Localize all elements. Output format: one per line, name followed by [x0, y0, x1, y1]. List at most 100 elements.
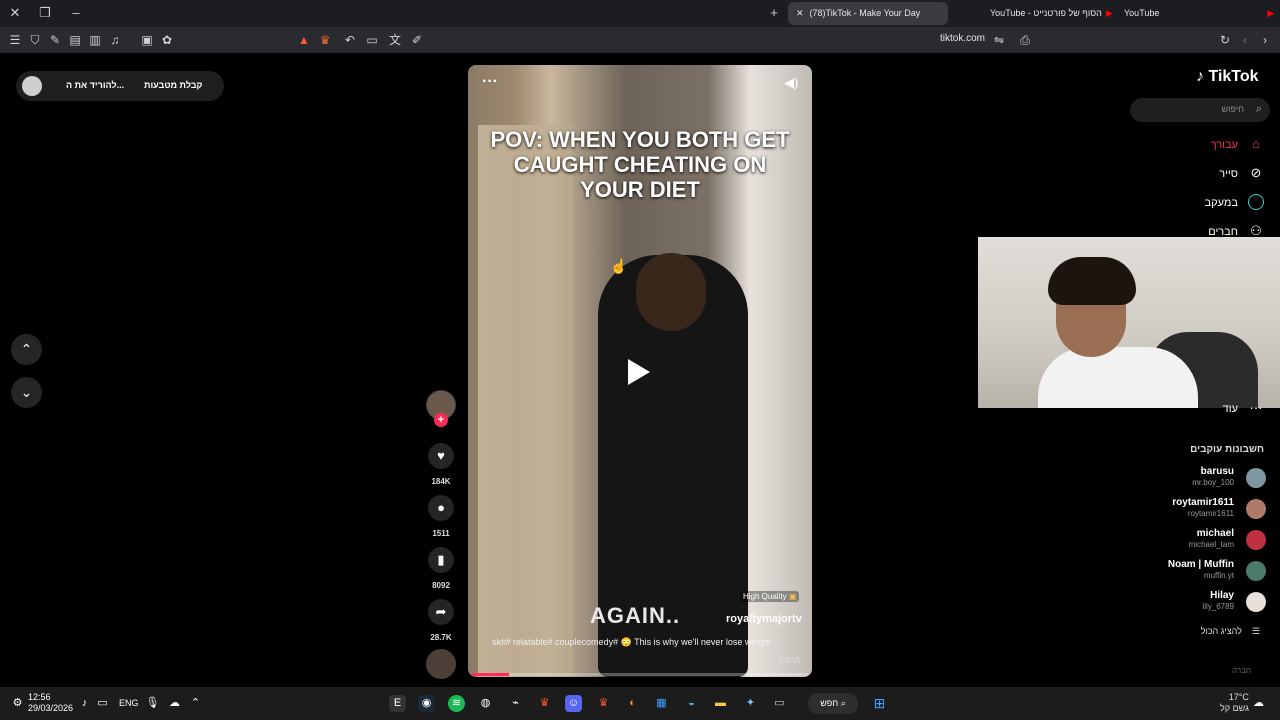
brave-rewards-icon[interactable]: ▲	[296, 32, 312, 48]
nav-following[interactable]: במעקב	[1180, 194, 1270, 214]
app-icon[interactable]: ⌁	[507, 695, 524, 712]
comment-icon[interactable]: ●	[428, 495, 454, 521]
weather-temp: 17°C	[1228, 692, 1249, 702]
clock-date: 29/03/2026	[28, 703, 74, 713]
copilot-icon[interactable]: ✦	[742, 695, 759, 712]
cast-icon[interactable]: ▭	[364, 32, 380, 48]
brave-icon[interactable]: ♛	[536, 695, 553, 712]
tiktok-logo[interactable]: ♪ TikTok	[1196, 68, 1259, 86]
nav-more[interactable]: עוד ···	[1180, 400, 1270, 420]
steam-icon[interactable]: ◉	[418, 695, 435, 712]
store-icon[interactable]: ▦	[653, 695, 670, 712]
get-coins-label[interactable]: קבלת מטבעות	[144, 80, 202, 90]
heart-icon[interactable]: ♥	[428, 443, 454, 469]
chevron-up-icon[interactable]: ⌃	[187, 695, 204, 712]
reload-icon[interactable]: ↻	[1217, 32, 1233, 48]
tab-youtube-fortnite[interactable]: YouTube - הסוף של פורטנייט ▶	[982, 2, 1112, 25]
account-item[interactable]: roytamir1611 roytamir1611	[1140, 497, 1270, 521]
brave-shield-icon[interactable]: ♛	[317, 32, 333, 48]
site-settings-icon[interactable]: ⇋	[991, 32, 1007, 48]
show-all-label: להציג הכול	[1200, 626, 1242, 636]
firefox-icon[interactable]: ◐	[624, 695, 641, 712]
folder-icon[interactable]: ▬	[712, 695, 729, 712]
reader-icon[interactable]: ▤	[67, 32, 83, 48]
windows-start-icon[interactable]: ⊞	[871, 695, 888, 712]
sidebar-icon[interactable]: ▥	[87, 32, 103, 48]
pin-icon[interactable]: ✎	[47, 32, 63, 48]
tab-youtube[interactable]: YouTube ▶	[1116, 2, 1276, 25]
speaker-icon[interactable]: ♪	[76, 695, 93, 712]
previous-video-button[interactable]: ⌃	[11, 334, 42, 365]
nav-more-label: עוד	[1222, 403, 1238, 415]
back-arrow-icon[interactable]: ↶	[342, 32, 358, 48]
edge-icon[interactable]: ◒	[683, 695, 700, 712]
play-icon[interactable]	[628, 359, 650, 385]
coins-promo-pill[interactable]: להוריד את ה... קבלת מטבעות	[16, 71, 224, 101]
nav-for-you[interactable]: עבורך ⌂	[1180, 136, 1270, 156]
close-window-icon[interactable]: ✕	[5, 4, 25, 22]
volume-icon[interactable]: ◀)	[784, 75, 798, 91]
brave-browser-icon[interactable]: ♛	[595, 695, 612, 712]
taskbar-search[interactable]: חפש ⌕	[808, 693, 858, 714]
avatar[interactable]	[22, 76, 42, 96]
menu-icon[interactable]: ☰	[7, 32, 23, 48]
webcam-hair	[1048, 257, 1136, 305]
minimize-window-icon[interactable]: –	[66, 4, 86, 22]
browser-tab-bar: ✕ ❐ – + ✕ (78)TikTok - Make Your Day YouT…	[0, 0, 1280, 27]
quality-badge[interactable]: High Quality ▣	[740, 591, 800, 602]
account-item[interactable]: Noam | Muffin muffin.yt	[1140, 559, 1270, 583]
sound-avatar[interactable]	[426, 649, 456, 679]
video-player[interactable]: ··· ◀) POV: WHEN YOU BOTH GET CAUGHT CHE…	[468, 65, 812, 677]
nav-explore-label: סייר	[1219, 168, 1238, 180]
tab-close-icon[interactable]: ✕	[796, 8, 804, 18]
discord-icon[interactable]: ☺	[565, 695, 582, 712]
next-video-button[interactable]: ⌄	[11, 377, 42, 408]
youtube-icon: ▶	[1267, 8, 1275, 18]
download-app-label[interactable]: להוריד את ה...	[66, 80, 124, 90]
follow-plus-icon[interactable]: +	[434, 413, 448, 427]
screenshot-icon[interactable]: ▣	[139, 32, 155, 48]
translate-icon[interactable]: 文	[387, 32, 403, 48]
music-icon[interactable]: ♫	[107, 32, 123, 48]
nav-for-you-label: עבורך	[1210, 139, 1238, 151]
search-input[interactable]: חיפוש ⌕	[1130, 98, 1270, 122]
epic-games-icon[interactable]: E	[389, 695, 406, 712]
draw-icon[interactable]: ✐	[409, 32, 425, 48]
video-author[interactable]: royaltymajortv	[726, 613, 802, 625]
account-item[interactable]: Hilay lily_6789	[1140, 590, 1270, 614]
nav-explore[interactable]: סייר ⊘	[1180, 165, 1270, 185]
show-all-link[interactable]: להציג הכול ☰	[1180, 626, 1260, 637]
notifications-icon[interactable]: ☁	[1250, 695, 1267, 712]
search-icon[interactable]: ⌕	[1256, 103, 1262, 116]
tiktok-note-icon: ♪	[1196, 68, 1204, 85]
video-progress-bar[interactable]	[472, 673, 808, 676]
bookmark-icon[interactable]: ▮	[428, 547, 454, 573]
restore-window-icon[interactable]: ❐	[35, 4, 55, 22]
forward-icon[interactable]: ›	[1257, 32, 1273, 48]
more-options-icon[interactable]: ···	[482, 73, 498, 91]
bookmark-icon[interactable]: ⎙	[1017, 32, 1033, 48]
address-bar-url[interactable]: tiktok.com	[940, 33, 985, 44]
taskbar-clock[interactable]: 12:56 29/03/2026	[28, 692, 73, 714]
settings-gear-icon[interactable]: ⚙	[9, 695, 26, 712]
weather-widget[interactable]: 17°C גשם קל	[1220, 692, 1249, 714]
microphone-icon[interactable]: 🎙	[144, 695, 161, 712]
task-view-icon[interactable]: ▭	[771, 695, 788, 712]
account-name: barusu	[1200, 466, 1234, 477]
tab-tiktok[interactable]: ✕ (78)TikTok - Make Your Day	[788, 2, 948, 25]
back-icon[interactable]: ‹	[1237, 32, 1253, 48]
cloud-icon[interactable]: ☁	[166, 695, 183, 712]
share-icon[interactable]: ➦	[428, 599, 454, 625]
webcam-hoodie	[1038, 347, 1198, 408]
home-icon: ⌂	[1252, 136, 1260, 151]
language-indicator[interactable]: ENG	[119, 698, 139, 708]
new-tab-button[interactable]: +	[764, 4, 784, 22]
account-item[interactable]: michael michael_tam	[1140, 528, 1270, 552]
spotify-icon[interactable]: ≋	[448, 695, 465, 712]
shield-icon[interactable]: ⛉	[27, 32, 43, 48]
translate-link[interactable]: תרגום	[778, 655, 801, 665]
github-icon[interactable]: ◍	[477, 695, 494, 712]
network-icon[interactable]: ▭	[94, 695, 111, 712]
account-item[interactable]: barusu mr.boy_100	[1140, 466, 1270, 490]
extensions-icon[interactable]: ✿	[159, 32, 175, 48]
